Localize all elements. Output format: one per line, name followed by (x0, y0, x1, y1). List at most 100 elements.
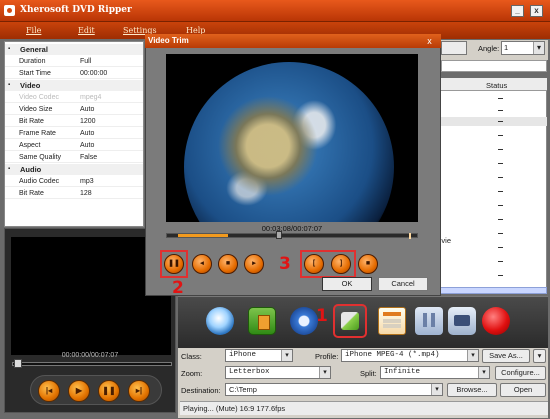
section-audio[interactable]: ▪ Audio (5, 164, 143, 175)
prop-row[interactable]: Video Size Auto (5, 104, 143, 115)
status-dash (498, 191, 503, 192)
collapse-icon: ▪ (8, 166, 11, 172)
trim-seek-handle[interactable] (276, 231, 282, 239)
prop-row[interactable]: Aspect Auto (5, 140, 143, 151)
status-dash (498, 98, 503, 99)
pause-icon: ❚❚ (102, 386, 116, 395)
trim-time: 00:03:08/00:07:07 (261, 224, 323, 233)
start-convert-button[interactable] (482, 307, 510, 335)
app-title: Xherosoft DVD Ripper (20, 5, 132, 15)
prop-row[interactable]: Bit Rate 128 (5, 188, 143, 199)
stop-button[interactable] (448, 307, 476, 335)
angle-select[interactable]: 1 (501, 41, 545, 55)
trim-video-preview (166, 54, 418, 222)
col-header-status[interactable]: Status (486, 81, 507, 90)
next-button[interactable]: ▸| (128, 380, 150, 402)
menu-file[interactable]: File (26, 26, 41, 35)
step-forward-icon: ▸ (252, 260, 256, 267)
ok-button[interactable]: OK (322, 277, 372, 291)
split-select[interactable]: Infinite (380, 366, 490, 379)
settings-button[interactable] (378, 307, 406, 335)
play-icon: ▶ (75, 386, 83, 395)
skip-back-icon: |◂ (45, 386, 53, 395)
reset-trim-button[interactable]: ■ (358, 254, 378, 274)
open-button[interactable]: Open (500, 383, 546, 397)
list-scrollbar[interactable] (430, 287, 547, 294)
reset-icon: ■ (365, 260, 371, 267)
export-button[interactable] (248, 307, 276, 335)
filter-field[interactable] (441, 60, 547, 72)
info-button[interactable] (290, 307, 318, 335)
earth-image (184, 62, 394, 222)
set-end-button[interactable]: ] (331, 254, 351, 274)
section-video[interactable]: ▪ Video (5, 80, 143, 91)
trim-end-marker[interactable] (409, 233, 411, 239)
profile-select[interactable]: iPhone MPEG-4 (*.mp4) (341, 349, 479, 362)
trim-button[interactable] (333, 304, 367, 338)
status-dash (498, 149, 503, 150)
status-dash (498, 163, 503, 164)
menu-edit[interactable]: Edit (78, 26, 95, 35)
app-logo-icon (4, 5, 15, 16)
annotation-2: 2 (172, 278, 184, 298)
close-button[interactable]: x (530, 5, 543, 17)
prop-row[interactable]: Same Quality False (5, 152, 143, 163)
prev-button[interactable]: |◂ (38, 380, 60, 402)
configure-button[interactable]: Configure... (495, 366, 546, 380)
load-dvd-button[interactable] (206, 307, 234, 335)
stop-icon: ■ (225, 260, 231, 267)
status-dash (498, 110, 503, 111)
status-dash (498, 121, 503, 122)
zoom-select[interactable]: Letterbox (225, 366, 331, 379)
step-back-icon: ◂ (200, 260, 204, 267)
status-dash (498, 233, 503, 234)
properties-panel: ▪ General Duration Full Start Time 00:00:00… (4, 41, 144, 227)
zoom-label: Zoom: (181, 369, 203, 378)
browse-button[interactable]: Browse... (447, 383, 497, 397)
title-list[interactable] (430, 78, 547, 288)
pause-conversion-button[interactable] (415, 307, 443, 335)
class-select[interactable]: iPhone (225, 349, 293, 362)
status-dash (498, 219, 503, 220)
skip-forward-icon: ▸| (135, 386, 143, 395)
collapse-icon: ▪ (8, 82, 11, 88)
dialog-title: Video Trim (145, 34, 441, 48)
trim-selected-range (178, 234, 228, 237)
section-general[interactable]: ▪ General (5, 44, 143, 55)
preview-seek-slider[interactable] (12, 362, 172, 366)
trim-next-frame-button[interactable]: ▸ (244, 254, 264, 274)
annotation-1: 1 (316, 306, 328, 326)
status-dash (498, 275, 503, 276)
set-start-button[interactable]: [ (304, 254, 324, 274)
class-label: Class: (181, 352, 202, 361)
split-label: Split: (360, 369, 377, 378)
status-dash (498, 135, 503, 136)
save-as-button[interactable]: Save As... (482, 349, 530, 363)
subtitle-select[interactable] (441, 41, 467, 55)
status-bar: Playing... (Mute) 16:9 177.6fps (180, 401, 548, 415)
prop-row[interactable]: Frame Rate Auto (5, 128, 143, 139)
pause-button[interactable]: ❚❚ (98, 380, 120, 402)
destination-input[interactable]: C:\Temp (225, 383, 443, 396)
trim-stop-button[interactable]: ■ (218, 254, 238, 274)
prop-row[interactable]: Audio Codec mp3 (5, 176, 143, 187)
trim-prev-frame-button[interactable]: ◂ (192, 254, 212, 274)
preview-time: 00:00:00/00:07:07 (61, 352, 119, 359)
prop-row[interactable]: Bit Rate 1200 (5, 116, 143, 127)
trim-play-button[interactable]: ❚❚ (164, 254, 184, 274)
save-as-dropdown[interactable]: ▾ (533, 349, 546, 363)
dialog-close-button[interactable]: x (423, 36, 436, 47)
cancel-button[interactable]: Cancel (378, 277, 428, 291)
prop-row[interactable]: Duration Full (5, 56, 143, 67)
status-dash (498, 205, 503, 206)
status-dash (498, 247, 503, 248)
prop-row[interactable]: Start Time 00:00:00 (5, 68, 143, 79)
preview-seek-handle[interactable] (14, 359, 22, 368)
prop-row[interactable]: Video Codec mpeg4 (5, 92, 143, 103)
list-item-selected[interactable] (430, 117, 547, 126)
play-button[interactable]: ▶ (68, 380, 90, 402)
profile-label: Profile: (315, 352, 339, 361)
chevron-down-icon: ▾ (537, 351, 542, 360)
pause-icon: ❚❚ (168, 260, 180, 267)
minimize-button[interactable]: _ (511, 5, 524, 17)
